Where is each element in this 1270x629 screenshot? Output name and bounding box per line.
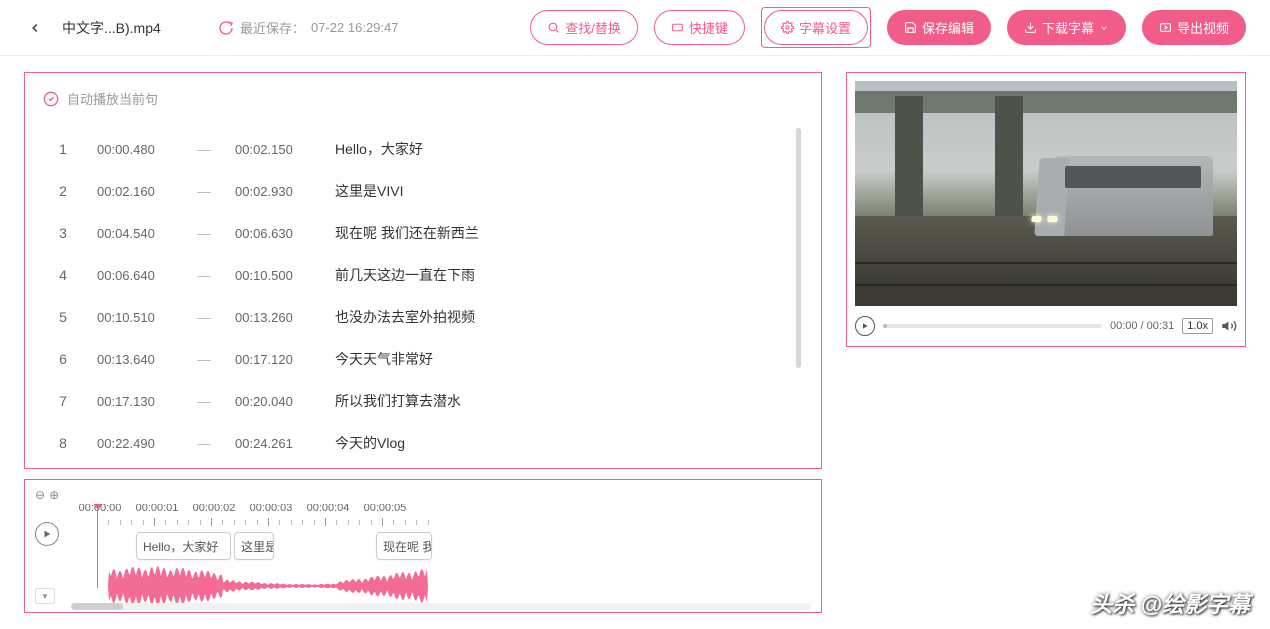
subtitle-row[interactable]: 4 00:06.640 — 00:10.500 前几天这边一直在下雨	[53, 254, 783, 296]
dash: —	[197, 393, 211, 409]
subtitle-row[interactable]: 3 00:04.540 — 00:06.630 现在呢 我们还在新西兰	[53, 212, 783, 254]
timeline-clip[interactable]: 现在呢 我	[376, 532, 432, 560]
subtitle-end-time[interactable]: 00:17.120	[235, 352, 311, 367]
video-frame[interactable]	[855, 81, 1237, 306]
find-replace-label: 查找/替换	[565, 18, 621, 37]
dash: —	[197, 141, 211, 157]
subtitle-row[interactable]: 5 00:10.510 — 00:13.260 也没办法去室外拍视频	[53, 296, 783, 338]
subtitle-start-time[interactable]: 00:04.540	[97, 226, 173, 241]
subtitle-list-panel: 自动播放当前句 1 00:00.480 — 00:02.150 Hello，大家…	[24, 72, 822, 469]
save-edit-label: 保存编辑	[922, 18, 974, 37]
filename: 中文字...B).mp4	[62, 18, 162, 38]
video-time: 00:00 / 00:31	[1110, 320, 1174, 332]
subtitle-start-time[interactable]: 00:22.490	[97, 436, 173, 451]
timeline-ruler[interactable]: 00:00:0000:00:0100:00:0200:00:0300:00:04…	[73, 504, 811, 530]
video-preview-panel: 00:00 / 00:31 1.0x	[846, 72, 1246, 347]
subtitle-start-time[interactable]: 00:02.160	[97, 184, 173, 199]
save-icon	[218, 20, 234, 36]
autoplay-icon[interactable]	[43, 91, 59, 107]
subtitle-end-time[interactable]: 00:24.261	[235, 436, 311, 451]
subtitle-end-time[interactable]: 00:02.930	[235, 184, 311, 199]
subtitle-end-time[interactable]: 00:10.500	[235, 268, 311, 283]
download-subtitle-button[interactable]: 下载字幕	[1007, 10, 1126, 45]
subtitle-start-time[interactable]: 00:13.640	[97, 352, 173, 367]
subtitle-text[interactable]: 现在呢 我们还在新西兰	[335, 223, 783, 243]
subtitle-row[interactable]: 1 00:00.480 — 00:02.150 Hello，大家好	[53, 128, 783, 170]
zoom-out-icon[interactable]: ⊖	[35, 488, 45, 502]
export-video-button[interactable]: 导出视频	[1142, 10, 1246, 45]
timeline-clip[interactable]: 这里是	[234, 532, 274, 560]
subtitle-index: 3	[53, 225, 73, 241]
subtitle-start-time[interactable]: 00:06.640	[97, 268, 173, 283]
subtitle-text[interactable]: 今天天气非常好	[335, 349, 783, 369]
subtitle-settings-highlight: 字幕设置	[761, 7, 871, 48]
subtitle-start-time[interactable]: 00:00.480	[97, 142, 173, 157]
subtitle-scrollbar[interactable]	[796, 128, 801, 368]
subtitle-text[interactable]: 前几天这边一直在下雨	[335, 265, 783, 285]
chevron-down-icon	[1099, 23, 1109, 33]
zoom-in-icon[interactable]: ⊕	[49, 488, 59, 502]
subtitle-text[interactable]: 今天的Vlog	[335, 433, 783, 453]
watermark: 头杀 @绘影字幕	[1090, 587, 1250, 619]
timeline-waveform	[73, 566, 811, 606]
volume-icon[interactable]	[1221, 318, 1237, 334]
subtitle-end-time[interactable]: 00:13.260	[235, 310, 311, 325]
shortcut-button[interactable]: 快捷键	[654, 10, 745, 45]
subtitle-row[interactable]: 6 00:13.640 — 00:17.120 今天天气非常好	[53, 338, 783, 380]
subtitle-index: 8	[53, 435, 73, 451]
subtitle-end-time[interactable]: 00:02.150	[235, 142, 311, 157]
back-button[interactable]	[24, 17, 46, 39]
autoplay-label: 自动播放当前句	[67, 89, 158, 108]
subtitle-index: 6	[53, 351, 73, 367]
subtitle-row[interactable]: 8 00:22.490 — 00:24.261 今天的Vlog	[53, 422, 783, 460]
subtitle-index: 7	[53, 393, 73, 409]
timeline-panel: ⊖ ⊕ ▾ 00:00:0000:00:0100:00:0200:00:0300…	[24, 479, 822, 613]
video-speed-button[interactable]: 1.0x	[1182, 318, 1213, 334]
subtitle-index: 4	[53, 267, 73, 283]
subtitle-start-time[interactable]: 00:10.510	[97, 310, 173, 325]
header-bar: 中文字...B).mp4 最近保存： 07-22 16:29:47 查找/替换 …	[0, 0, 1270, 56]
save-prefix: 最近保存：	[240, 18, 305, 37]
subtitle-row[interactable]: 2 00:02.160 — 00:02.930 这里是VIVI	[53, 170, 783, 212]
subtitle-start-time[interactable]: 00:17.130	[97, 394, 173, 409]
dash: —	[197, 351, 211, 367]
subtitle-index: 1	[53, 141, 73, 157]
download-label: 下载字幕	[1042, 18, 1094, 37]
timeline-clip[interactable]: Hello，大家好	[136, 532, 231, 560]
subtitle-index: 2	[53, 183, 73, 199]
dash: —	[197, 435, 211, 451]
shortcut-label: 快捷键	[689, 18, 728, 37]
dash: —	[197, 225, 211, 241]
subtitle-settings-button[interactable]: 字幕设置	[764, 10, 868, 45]
subtitle-end-time[interactable]: 00:06.630	[235, 226, 311, 241]
find-replace-button[interactable]: 查找/替换	[530, 10, 638, 45]
subtitle-settings-label: 字幕设置	[799, 18, 851, 37]
timeline-horizontal-scrollbar[interactable]	[71, 603, 811, 610]
video-progress-bar[interactable]	[883, 324, 1102, 328]
subtitle-text[interactable]: Hello，大家好	[335, 139, 783, 159]
timeline-track-dropdown[interactable]: ▾	[35, 588, 55, 604]
dash: —	[197, 183, 211, 199]
subtitle-text[interactable]: 也没办法去室外拍视频	[335, 307, 783, 327]
subtitle-row[interactable]: 7 00:17.130 — 00:20.040 所以我们打算去潜水	[53, 380, 783, 422]
dash: —	[197, 309, 211, 325]
video-play-button[interactable]	[855, 316, 875, 336]
subtitle-end-time[interactable]: 00:20.040	[235, 394, 311, 409]
dash: —	[197, 267, 211, 283]
last-saved: 最近保存： 07-22 16:29:47	[218, 18, 398, 37]
timeline-clip-row[interactable]: Hello，大家好这里是 现在呢 我	[73, 532, 811, 562]
subtitle-text[interactable]: 这里是VIVI	[335, 181, 783, 201]
save-time: 07-22 16:29:47	[311, 20, 398, 35]
subtitle-text[interactable]: 所以我们打算去潜水	[335, 391, 783, 411]
save-edit-button[interactable]: 保存编辑	[887, 10, 991, 45]
timeline-play-button[interactable]	[35, 522, 59, 546]
subtitle-index: 5	[53, 309, 73, 325]
export-label: 导出视频	[1177, 18, 1229, 37]
